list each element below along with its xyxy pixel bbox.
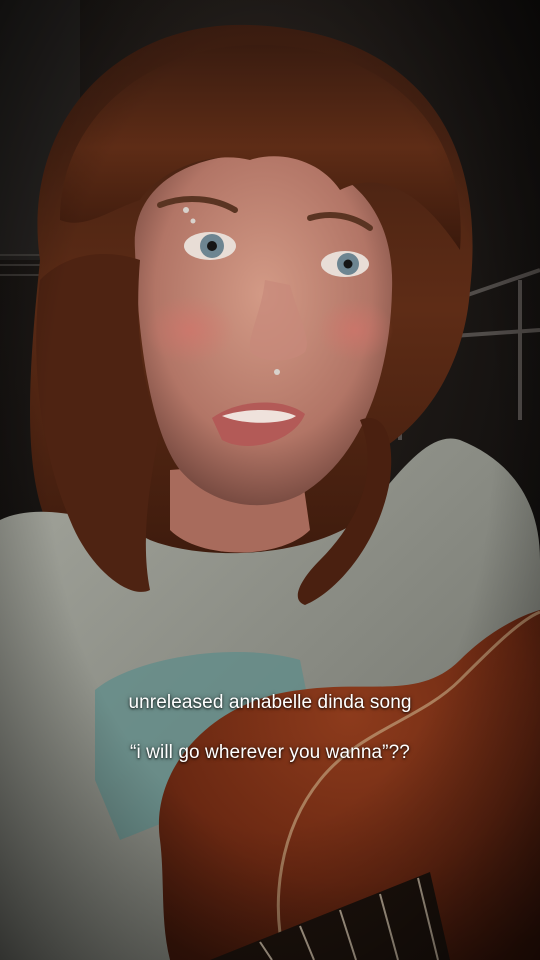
video-frame — [0, 0, 540, 960]
vignette — [0, 0, 540, 960]
